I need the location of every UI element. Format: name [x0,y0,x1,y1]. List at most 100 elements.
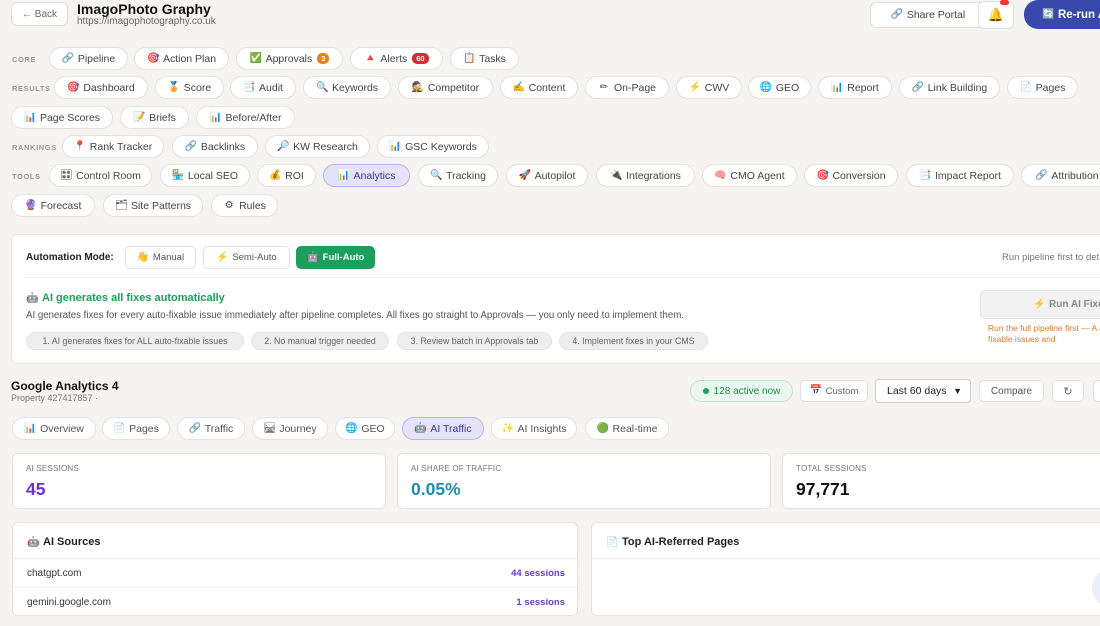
nav-pipeline[interactable]: 🔗 Pipeline [49,47,128,70]
tab-overview[interactable]: 📊 Overview [12,417,96,440]
nav-rank-tracker[interactable]: 📍 Rank Tracker [62,135,164,158]
link-icon: 🔗 [911,81,925,93]
nav-rules[interactable]: ⚙ Rules [211,194,278,217]
nav-link-building[interactable]: 🔗 Link Building [899,76,1000,99]
nav-gsc-keywords[interactable]: 📊 GSC Keywords [377,135,489,158]
nav-label: Control Room [76,169,141,182]
tab-label: Journey [279,422,317,435]
nav-kw-research[interactable]: 🔎 KW Research [265,135,370,158]
tab-journey[interactable]: 🛤 Journey [252,417,328,440]
mode-manual-button[interactable]: 👋 Manual [125,246,196,269]
nav-label: GEO [775,81,800,94]
source-sessions: 44 sessions [511,568,565,579]
nav-conversion[interactable]: 🎯 Conversion [804,164,898,187]
money-bag-icon: 💰 [269,169,282,181]
page-icon: 📄 [113,422,126,434]
section-label-core: CORE [12,55,37,64]
nav-page-scores[interactable]: 📊 Page Scores [11,106,113,129]
nav-site-patterns[interactable]: 🗂 Site Patterns [103,194,203,217]
nav-pages[interactable]: 📄 Pages [1007,76,1078,99]
tab-ai-insights[interactable]: ✨ AI Insights [491,417,577,440]
notifications-button[interactable]: 🔔 [978,0,1014,29]
share-portal-button[interactable]: 🔗 Share Portal [870,2,986,28]
nav-geo[interactable]: 🌐 GEO [748,76,811,99]
back-button[interactable]: ← Back [11,2,69,26]
memo-icon: 📝 [133,111,146,123]
pencil-icon: ✏ [599,81,609,93]
rerun-button[interactable]: 🔄 Re-run A [1024,0,1100,29]
run-ai-fixes-button[interactable]: ⚡ Run AI Fixe [980,290,1100,319]
nav-action-plan[interactable]: 🎯 Action Plan [134,47,229,70]
nav-cwv[interactable]: ⚡ CWV [676,76,742,99]
refresh-button[interactable]: ↻ [1052,380,1084,402]
nav-competitor[interactable]: 🕵 Competitor [398,76,493,99]
tab-ai-traffic[interactable]: 🤖 AI Traffic [402,417,484,440]
nav-label: KW Research [293,140,358,153]
nav-report[interactable]: 📊 Report [818,76,892,99]
divider [24,277,1100,278]
nav-alerts[interactable]: 🔺 Alerts 60 [350,47,443,70]
custom-range-button[interactable]: 📅 Custom [800,380,868,402]
robot-icon: 🤖 [306,251,320,263]
nav-label: Forecast [40,199,82,212]
more-button[interactable] [1093,380,1100,402]
detective-icon: 🕵 [411,81,425,93]
chart-icon: 📊 [831,81,844,93]
nav-dashboard[interactable]: 🎯 Dashboard [54,76,148,99]
top-ai-pages-panel: 📄 Top AI-Referred Pages [591,522,1100,616]
mode-label: Full-Auto [322,252,365,263]
link-icon: 🔗 [61,52,75,64]
stat-card-total-sessions: TOTAL SESSIONS 97,771 [782,453,1100,509]
tab-real-time[interactable]: 🟢 Real-time [585,417,669,440]
nav-attribution[interactable]: 🔗 Attribution [1021,164,1100,187]
approvals-count-badge: 3 [317,53,330,64]
chart-icon: 📊 [209,111,222,123]
nav-analytics[interactable]: 📊 Analytics [323,164,410,187]
nav-before-after[interactable]: 📊 Before/After [196,106,295,129]
check-icon: ✅ [249,52,263,64]
nav-local-seo[interactable]: 🏪 Local SEO [160,164,250,187]
nav-on-page[interactable]: ✏ On-Page [585,76,669,99]
nav-score[interactable]: 🏅 Score [155,76,224,99]
custom-label: Custom [825,385,859,397]
nav-autopilot[interactable]: 🚀 Autopilot [506,164,588,187]
compare-button[interactable]: Compare [979,380,1044,402]
writing-icon: ✍ [512,81,526,93]
nav-keywords[interactable]: 🔍 Keywords [303,76,391,99]
nav-label: Autopilot [534,169,576,182]
nav-impact-report[interactable]: 📑 Impact Report [906,164,1014,187]
mode-full-auto-button[interactable]: 🤖 Full-Auto [296,246,375,269]
tab-label: Real-time [612,422,658,435]
document-icon: 📑 [243,81,256,93]
robot-icon: 🤖 [26,293,39,304]
site-url: https://imagophotography.co.uk [77,16,216,27]
nav-label: ROI [285,169,304,182]
nav-label: Rules [239,199,266,212]
mode-semi-auto-button[interactable]: ⚡ Semi-Auto [203,246,290,269]
tab-label: AI Insights [517,422,567,435]
nav-roi[interactable]: 💰 ROI [257,164,316,187]
nav-backlinks[interactable]: 🔗 Backlinks [172,135,258,158]
nav-tracking[interactable]: 🔍 Tracking [418,164,498,187]
date-range-select[interactable]: Last 60 days ▼ [875,379,971,403]
target-icon: 🎯 [146,52,160,64]
nav-cmo-agent[interactable]: 🧠 CMO Agent [702,164,797,187]
mode-label: Semi-Auto [232,252,277,263]
lightning-icon: ⚡ [216,251,229,263]
tab-geo[interactable]: 🌐 GEO [335,417,395,440]
tab-pages[interactable]: 📄 Pages [102,417,170,440]
nav-integrations[interactable]: 🔌 Integrations [596,164,695,187]
nav-label: Analytics [353,169,396,182]
nav-forecast[interactable]: 🔮 Forecast [11,194,95,217]
nav-audit[interactable]: 📑 Audit [230,76,296,99]
stat-card-ai-share: AI SHARE OF TRAFFIC 0.05% [397,453,771,509]
nav-briefs[interactable]: 📝 Briefs [120,106,189,129]
target-icon: 🎯 [67,81,80,93]
nav-label: Score [183,81,212,94]
nav-control-room[interactable]: 🎛 Control Room [49,164,152,187]
nav-content[interactable]: ✍ Content [500,76,578,99]
nav-tasks[interactable]: 📋 Tasks [450,47,519,70]
nav-label: Pages [1035,81,1066,94]
nav-approvals[interactable]: ✅ Approvals 3 [236,47,343,70]
tab-traffic[interactable]: 🔗 Traffic [177,417,245,440]
